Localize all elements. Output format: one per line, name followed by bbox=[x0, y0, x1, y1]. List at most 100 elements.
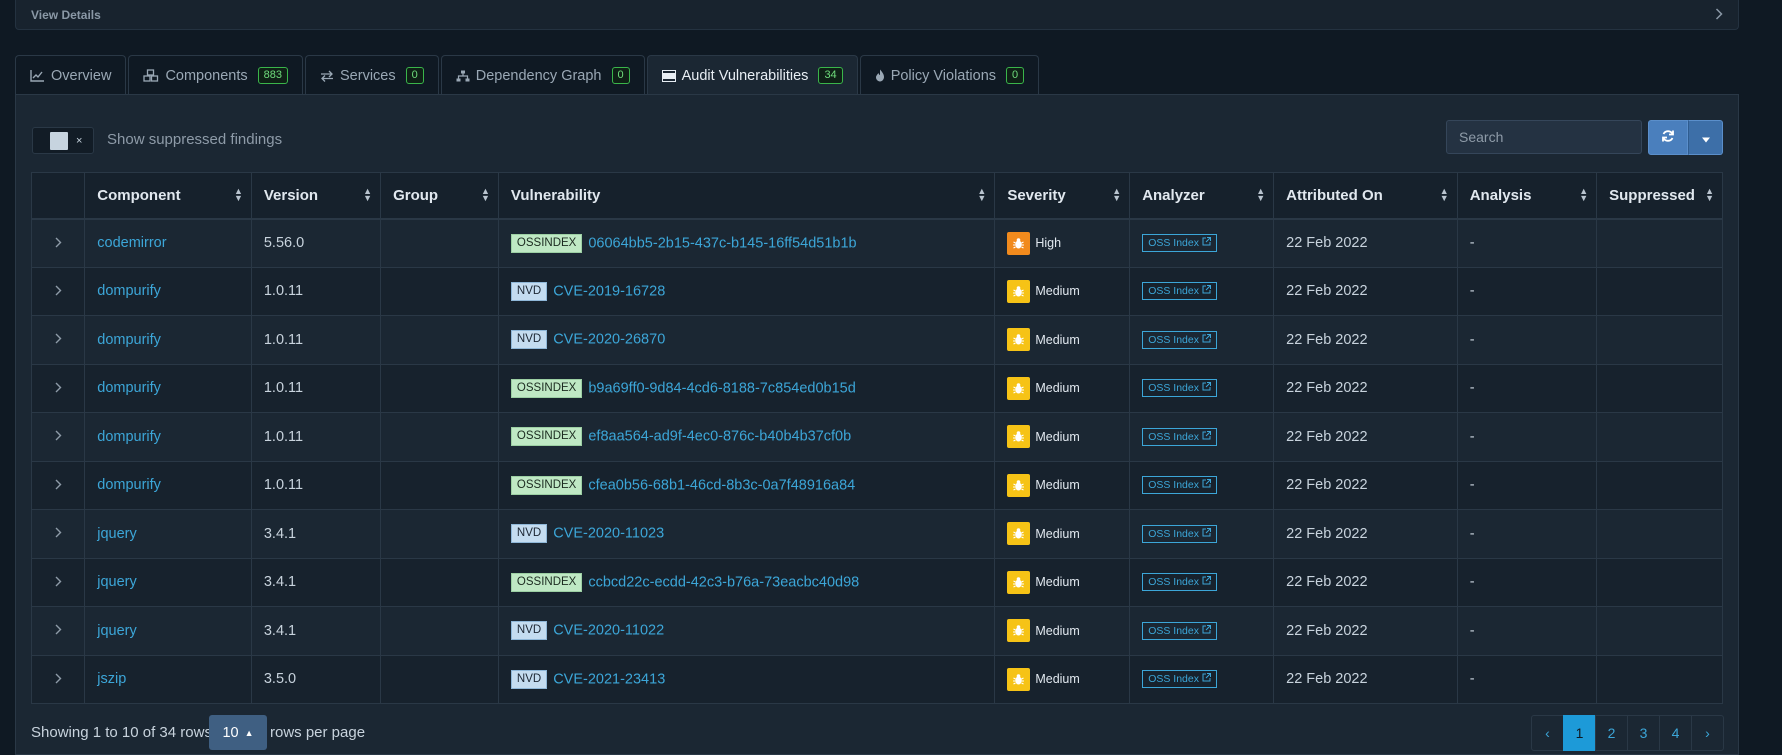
column-header-analyzer[interactable]: Analyzer ▲ ▼ bbox=[1129, 172, 1275, 220]
chevron-right-icon[interactable] bbox=[55, 428, 62, 445]
vulnerability-link[interactable]: ef8aa564-ad9f-4ec0-876c-b40b4b37cf0b bbox=[588, 429, 851, 445]
component-link[interactable]: dompurify bbox=[97, 477, 161, 493]
page-3-button[interactable]: 3 bbox=[1627, 715, 1660, 751]
expand-cell[interactable] bbox=[30, 654, 86, 704]
analyzer-link[interactable]: OSS Index bbox=[1142, 379, 1217, 398]
expand-cell[interactable] bbox=[30, 509, 86, 559]
chevron-right-icon[interactable] bbox=[55, 477, 62, 494]
expand-cell[interactable] bbox=[30, 218, 86, 268]
tab-audit-vulnerabilities[interactable]: Audit Vulnerabilities 34 bbox=[646, 55, 858, 95]
analyzer-link[interactable]: OSS Index bbox=[1142, 476, 1217, 495]
table-row[interactable]: dompurify 1.0.11 NVD CVE-2019-16728 Medium OS… bbox=[30, 266, 1723, 316]
expand-cell[interactable] bbox=[30, 460, 86, 510]
column-header-attributed-on[interactable]: Attributed On ▲ ▼ bbox=[1273, 172, 1458, 220]
tab-services[interactable]: Services 0 bbox=[305, 55, 439, 95]
analyzer-link[interactable]: OSS Index bbox=[1142, 234, 1217, 252]
tab-policy-violations[interactable]: Policy Violations 0 bbox=[859, 55, 1040, 95]
vulnerability-link[interactable]: CVE-2020-26870 bbox=[553, 332, 665, 348]
chevron-right-icon[interactable] bbox=[55, 380, 62, 397]
column-header-version[interactable]: Version ▲ ▼ bbox=[250, 172, 382, 220]
chevron-right-icon[interactable] bbox=[55, 283, 62, 300]
table-row[interactable]: dompurify 1.0.11 OSSINDEX cfea0b56-68b1-46c… bbox=[30, 460, 1723, 510]
expand-cell[interactable] bbox=[30, 606, 86, 656]
sort-icon[interactable]: ▲ ▼ bbox=[234, 187, 243, 203]
expand-cell[interactable] bbox=[30, 412, 86, 462]
column-header-severity[interactable]: Severity ▲ ▼ bbox=[994, 172, 1131, 220]
vulnerability-link[interactable]: b9a69ff0-9d84-4cd6-8188-7c854ed0b15d bbox=[588, 380, 855, 396]
previous-page-button[interactable]: ‹ bbox=[1531, 715, 1564, 751]
sort-icon[interactable]: ▲ ▼ bbox=[1705, 187, 1714, 203]
tab-dependency-graph[interactable]: Dependency Graph 0 bbox=[440, 55, 645, 95]
column-header-suppressed[interactable]: Suppressed ▲ ▼ bbox=[1596, 172, 1723, 220]
tab-components[interactable]: Components 883 bbox=[128, 55, 304, 95]
column-label: Severity bbox=[1007, 186, 1066, 204]
refresh-button[interactable] bbox=[1648, 120, 1688, 155]
analyzer-link[interactable]: OSS Index bbox=[1142, 573, 1217, 592]
analyzer-link[interactable]: OSS Index bbox=[1142, 524, 1217, 543]
rows-per-page-dropdown[interactable]: 10 ▲ bbox=[209, 715, 267, 750]
column-header-component[interactable]: Component ▲ ▼ bbox=[84, 172, 252, 220]
chevron-right-icon[interactable] bbox=[55, 574, 62, 591]
search-input[interactable] bbox=[1446, 120, 1642, 154]
chevron-right-icon[interactable] bbox=[55, 331, 62, 348]
next-page-button[interactable]: › bbox=[1691, 715, 1724, 751]
table-row[interactable]: jquery 3.4.1 NVD CVE-2020-11022 Medium OSS In… bbox=[30, 606, 1723, 656]
column-header-group[interactable]: Group ▲ ▼ bbox=[380, 172, 499, 220]
suppressed-toggle[interactable]: × bbox=[32, 127, 94, 154]
component-link[interactable]: jszip bbox=[97, 671, 126, 687]
expand-cell[interactable] bbox=[30, 557, 86, 607]
component-link[interactable]: dompurify bbox=[97, 332, 161, 348]
sort-icon[interactable]: ▲ ▼ bbox=[481, 187, 490, 203]
component-link[interactable]: jquery bbox=[97, 574, 137, 590]
component-link[interactable]: jquery bbox=[97, 526, 137, 542]
sort-icon[interactable]: ▲ ▼ bbox=[363, 187, 372, 203]
analyzer-link[interactable]: OSS Index bbox=[1142, 670, 1217, 689]
component-link[interactable]: dompurify bbox=[97, 380, 161, 396]
sort-icon[interactable]: ▲ ▼ bbox=[1112, 187, 1121, 203]
table-row[interactable]: jquery 3.4.1 NVD CVE-2020-11023 Medium OSS In… bbox=[30, 509, 1723, 559]
table-row[interactable]: jquery 3.4.1 OSSINDEX ccbcd22c-ecdd-42c3-b7… bbox=[30, 557, 1723, 607]
table-row[interactable]: codemirror 5.56.0 OSSINDEX 06064bb5-2b15-43… bbox=[30, 218, 1723, 268]
vulnerability-link[interactable]: CVE-2020-11023 bbox=[553, 526, 664, 542]
sort-icon[interactable]: ▲ ▼ bbox=[1579, 187, 1588, 203]
sort-icon[interactable]: ▲ ▼ bbox=[977, 187, 986, 203]
column-header-analysis[interactable]: Analysis ▲ ▼ bbox=[1456, 172, 1598, 220]
analyzer-link[interactable]: OSS Index bbox=[1142, 330, 1217, 349]
chevron-right-icon[interactable] bbox=[55, 525, 62, 542]
expand-cell[interactable] bbox=[30, 266, 86, 316]
column-header-vulnerability[interactable]: Vulnerability ▲ ▼ bbox=[497, 172, 996, 220]
analyzer-link[interactable]: OSS Index bbox=[1142, 282, 1217, 301]
vulnerability-link[interactable]: CVE-2021-23413 bbox=[553, 671, 665, 687]
page-1-button[interactable]: 1 bbox=[1563, 715, 1596, 751]
chevron-right-icon[interactable] bbox=[55, 671, 62, 688]
expand-cell[interactable] bbox=[30, 315, 86, 365]
page-2-button[interactable]: 2 bbox=[1595, 715, 1628, 751]
analyzer-link[interactable]: OSS Index bbox=[1142, 621, 1217, 640]
component-link[interactable]: jquery bbox=[97, 623, 137, 639]
chevron-right-icon[interactable] bbox=[55, 622, 62, 639]
tab-overview[interactable]: Overview bbox=[15, 55, 127, 95]
table-row[interactable]: dompurify 1.0.11 NVD CVE-2020-26870 Medium OS… bbox=[30, 315, 1723, 365]
chevron-right-icon[interactable] bbox=[1715, 7, 1723, 23]
chevron-right-icon[interactable] bbox=[55, 235, 62, 252]
table-row[interactable]: dompurify 1.0.11 OSSINDEX b9a69ff0-9d84-4cd… bbox=[30, 363, 1723, 413]
component-link[interactable]: dompurify bbox=[97, 283, 161, 299]
view-details-label[interactable]: View Details bbox=[31, 8, 101, 22]
sort-icon[interactable]: ▲ ▼ bbox=[1440, 187, 1449, 203]
expand-cell[interactable] bbox=[30, 363, 86, 413]
view-details-bar[interactable]: View Details bbox=[15, 0, 1739, 30]
analyzer-link[interactable]: OSS Index bbox=[1142, 427, 1217, 446]
refresh-options-dropdown[interactable] bbox=[1688, 120, 1723, 155]
vulnerability-link[interactable]: 06064bb5-2b15-437c-b145-16ff54d51b1b bbox=[588, 235, 856, 251]
table-row[interactable]: dompurify 1.0.11 OSSINDEX ef8aa564-ad9f-4ec… bbox=[30, 412, 1723, 462]
vulnerability-link[interactable]: CVE-2020-11022 bbox=[553, 623, 664, 639]
page-4-button[interactable]: 4 bbox=[1659, 715, 1692, 751]
vulnerability-link[interactable]: ccbcd22c-ecdd-42c3-b76a-73eacbc40d98 bbox=[588, 574, 859, 590]
external-link-icon bbox=[1202, 672, 1211, 686]
table-row[interactable]: jszip 3.5.0 NVD CVE-2021-23413 Medium OSS Ind… bbox=[30, 654, 1723, 704]
component-link[interactable]: codemirror bbox=[97, 235, 166, 251]
sort-icon[interactable]: ▲ ▼ bbox=[1256, 187, 1265, 203]
vulnerability-link[interactable]: CVE-2019-16728 bbox=[553, 283, 665, 299]
component-link[interactable]: dompurify bbox=[97, 429, 161, 445]
vulnerability-link[interactable]: cfea0b56-68b1-46cd-8b3c-0a7f48916a84 bbox=[588, 477, 855, 493]
